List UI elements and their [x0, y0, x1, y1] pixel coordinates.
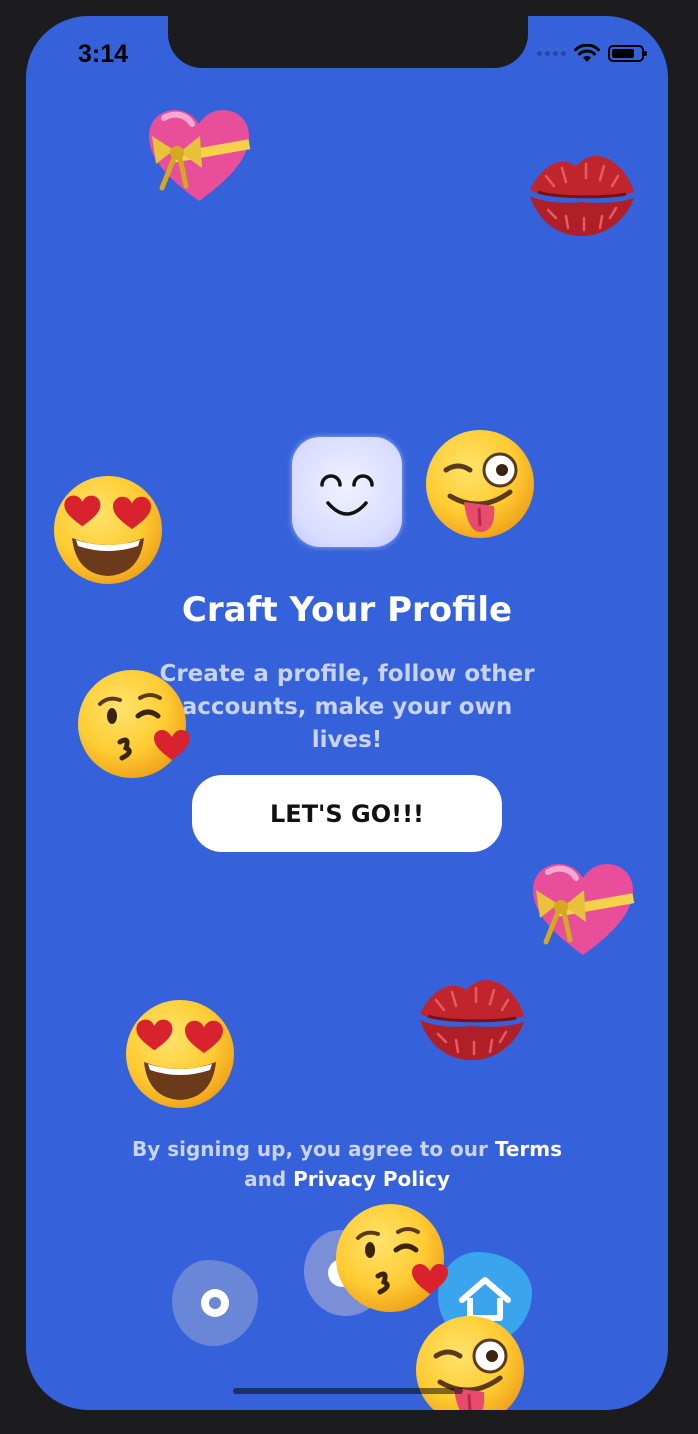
page-title: Craft Your Profile	[181, 590, 513, 630]
phone-frame: 3:14 Craft Your Profile Create a profile…	[0, 0, 698, 1434]
kiss-mark-icon	[530, 156, 634, 236]
terms-link[interactable]: Terms	[495, 1137, 562, 1161]
legal-connector: and	[244, 1167, 287, 1191]
signal-icon	[537, 51, 566, 56]
face-blowing-kiss-icon	[78, 670, 190, 778]
smiley-logo-icon	[320, 474, 374, 516]
legal-notice: By signing up, you agree to our Terms an…	[106, 1134, 588, 1194]
privacy-policy-link[interactable]: Privacy Policy	[293, 1167, 450, 1191]
circle-dot-icon	[201, 1289, 229, 1317]
app-screen: 3:14 Craft Your Profile Create a profile…	[26, 16, 668, 1410]
status-time: 3:14	[78, 40, 129, 68]
heart-with-ribbon-icon	[149, 110, 251, 201]
battery-icon	[608, 45, 647, 62]
record-blob-button[interactable]	[172, 1260, 258, 1346]
page-subtitle: Create a profile, follow other accounts,…	[159, 661, 535, 753]
winking-face-tongue-icon	[426, 430, 534, 538]
wifi-icon	[574, 44, 600, 62]
smiling-face-heart-eyes-icon	[126, 1000, 234, 1108]
notch	[168, 16, 528, 68]
lets-go-button[interactable]: LET'S GO!!!	[192, 775, 502, 852]
smiling-face-heart-eyes-icon	[54, 476, 162, 584]
legal-prefix: By signing up, you agree to our	[131, 1137, 488, 1161]
app-logo	[292, 437, 402, 547]
home-indicator[interactable]	[233, 1388, 463, 1394]
heart-with-ribbon-icon	[533, 864, 635, 955]
face-blowing-kiss-icon	[336, 1204, 448, 1312]
winking-face-tongue-icon	[416, 1316, 524, 1410]
status-icons	[537, 44, 647, 63]
kiss-mark-icon	[420, 980, 524, 1060]
